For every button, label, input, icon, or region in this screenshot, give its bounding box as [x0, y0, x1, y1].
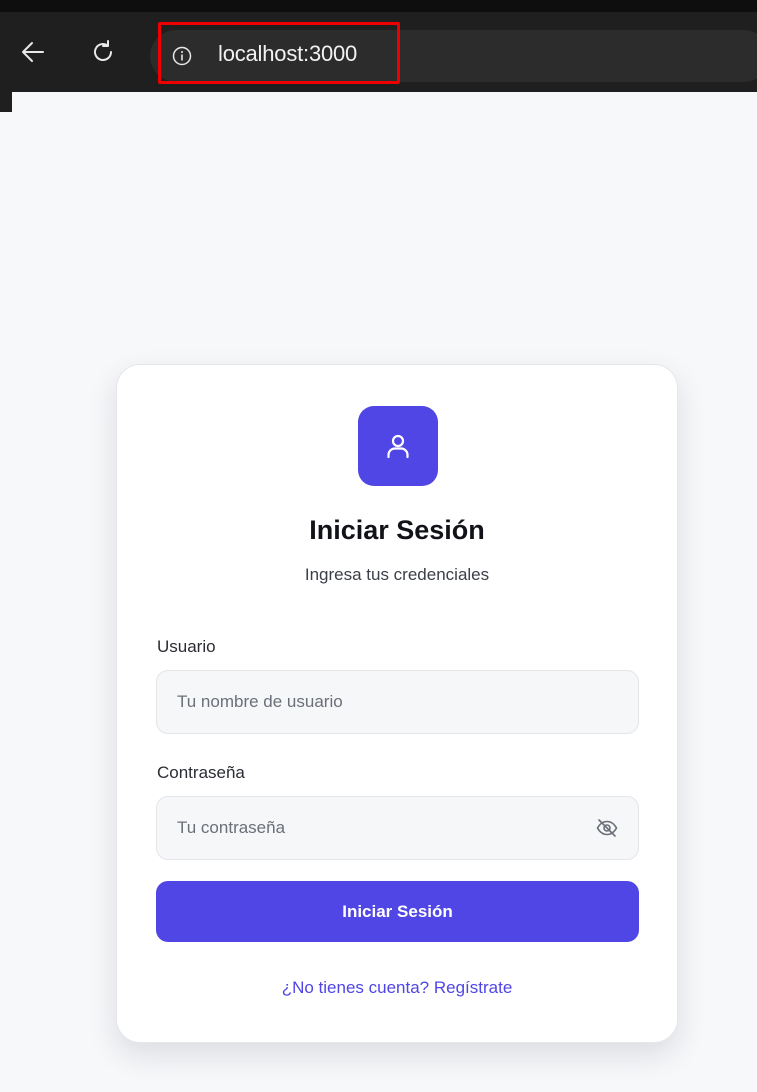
username-label: Usuario — [157, 637, 216, 656]
arrow-left-icon — [22, 42, 44, 62]
browser-top-strip — [0, 0, 757, 12]
page-subtitle: Ingresa tus credenciales — [304, 565, 490, 584]
login-submit-button[interactable]: Iniciar Sesión — [156, 881, 639, 942]
login-card: Iniciar Sesión Ingresa tus credenciales … — [116, 364, 678, 1043]
password-input[interactable] — [156, 796, 639, 860]
viewport-corner — [12, 92, 42, 122]
toggle-password-visibility-button[interactable] — [595, 816, 619, 840]
url-text[interactable]: localhost:3000 — [218, 41, 357, 67]
user-icon — [387, 434, 409, 459]
username-input[interactable] — [156, 670, 639, 734]
browser-frame-edge — [0, 92, 12, 112]
reload-icon — [94, 40, 112, 61]
back-button[interactable] — [20, 39, 46, 65]
page-title: Iniciar Sesión — [309, 515, 485, 545]
avatar — [358, 406, 438, 486]
reload-button[interactable] — [90, 39, 116, 65]
info-icon[interactable] — [172, 46, 192, 66]
register-link[interactable]: ¿No tienes cuenta? Regístrate — [117, 978, 677, 998]
eye-off-icon — [596, 819, 618, 837]
password-label: Contraseña — [157, 763, 245, 782]
